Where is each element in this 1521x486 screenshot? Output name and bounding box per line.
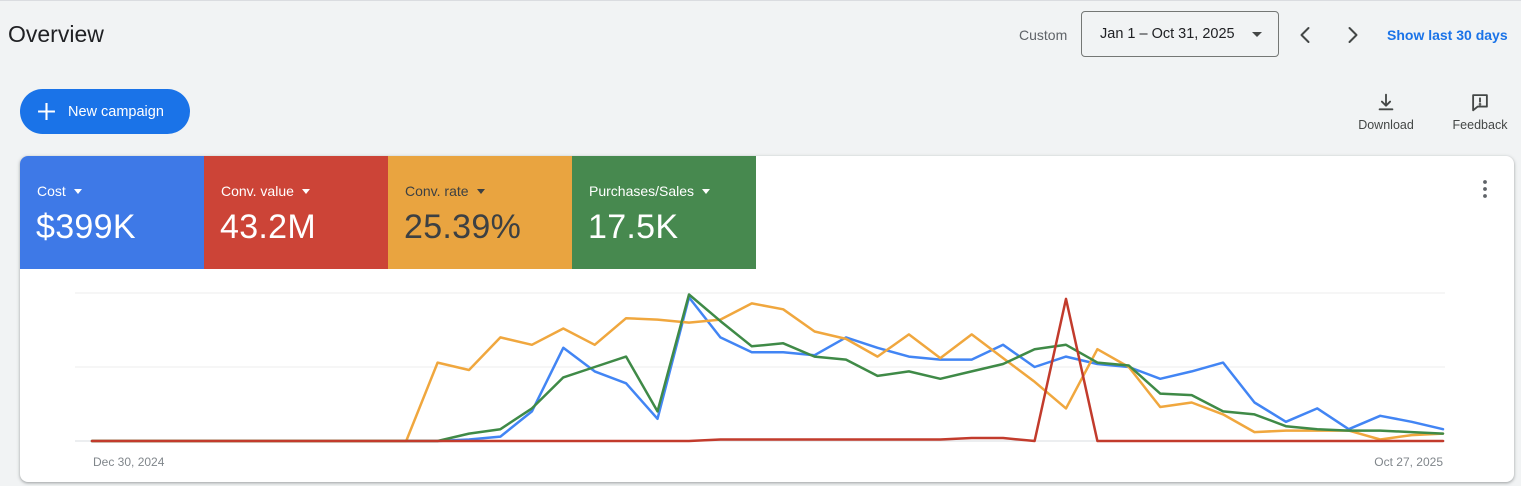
feedback-label: Feedback <box>1452 118 1508 132</box>
chevron-left-icon <box>1300 27 1310 43</box>
scorecard-conv-rate-label: Conv. rate <box>405 183 469 199</box>
download-button[interactable]: Download <box>1357 91 1415 132</box>
chevron-right-icon <box>1348 27 1358 43</box>
new-campaign-label: New campaign <box>68 103 164 120</box>
new-campaign-button[interactable]: New campaign <box>20 89 190 134</box>
metric-caret-icon <box>73 188 82 194</box>
feedback-button[interactable]: Feedback <box>1451 91 1509 132</box>
previous-period-button[interactable] <box>1293 23 1317 47</box>
scorecard-cost-value: $399K <box>36 208 136 246</box>
date-range-selector[interactable]: Jan 1 – Oct 31, 2025 <box>1081 11 1279 57</box>
scorecard-conv-rate[interactable]: Conv. rate 25.39% <box>388 156 572 269</box>
dropdown-caret-icon <box>1252 31 1262 37</box>
scorecard-purchases-sales[interactable]: Purchases/Sales 17.5K <box>572 156 756 269</box>
scorecard-cost-label: Cost <box>37 183 66 199</box>
scorecard-conv-value[interactable]: Conv. value 43.2M <box>204 156 388 269</box>
date-mode-label: Custom <box>1019 27 1068 43</box>
date-range-value: Jan 1 – Oct 31, 2025 <box>1100 26 1235 42</box>
scorecard-conv-value-label: Conv. value <box>221 183 294 199</box>
feedback-icon <box>1472 94 1488 112</box>
scorecard-conv-rate-value: 25.39% <box>404 208 522 246</box>
metric-caret-icon <box>301 188 310 194</box>
download-label: Download <box>1358 118 1414 132</box>
x-axis-start-label: Dec 30, 2024 <box>93 455 165 469</box>
plus-icon <box>38 103 55 120</box>
next-period-button[interactable] <box>1341 23 1365 47</box>
scorecard-cost[interactable]: Cost $399K <box>20 156 204 269</box>
metric-caret-icon <box>476 188 485 194</box>
kebab-icon <box>1483 180 1487 198</box>
scorecard-conv-value-value: 43.2M <box>220 208 316 246</box>
download-icon <box>1378 93 1394 111</box>
scorecard-purchases-sales-label: Purchases/Sales <box>589 183 695 199</box>
scorecard-purchases-sales-value: 17.5K <box>588 208 679 246</box>
overview-card: Cost $399K Conv. value 43.2M Conv. rate … <box>20 156 1514 482</box>
x-axis-end-label: Oct 27, 2025 <box>1374 455 1443 469</box>
show-last-30-days-link[interactable]: Show last 30 days <box>1387 27 1508 43</box>
overview-page: Overview Custom Jan 1 – Oct 31, 2025 Sho… <box>0 0 1521 486</box>
metric-caret-icon <box>702 188 711 194</box>
card-overflow-menu-button[interactable] <box>1476 178 1494 200</box>
page-title: Overview <box>8 21 104 47</box>
